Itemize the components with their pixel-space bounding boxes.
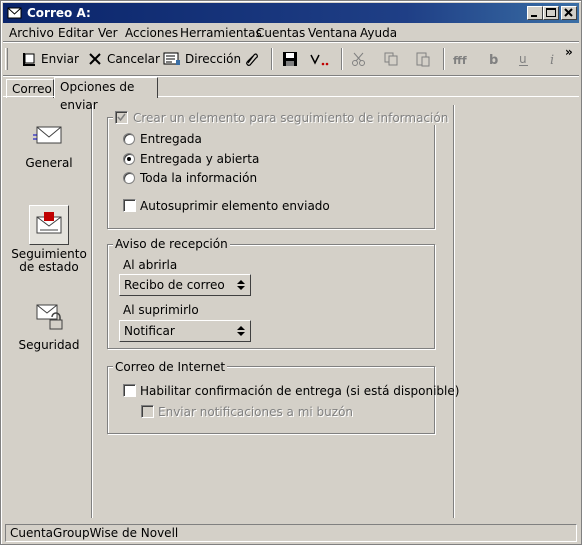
cancel-button[interactable]: Cancelar xyxy=(87,47,160,71)
on-delete-value: Notificar xyxy=(124,324,175,338)
italic-icon: i xyxy=(550,53,554,67)
general-icon[interactable] xyxy=(29,115,69,155)
send-button[interactable]: Enviar xyxy=(21,47,79,71)
tab-strip: Correo Opciones de enviar xyxy=(3,75,579,112)
tab-opciones-de-enviar[interactable]: Opciones de enviar xyxy=(54,77,158,112)
title-bar[interactable]: Correo A: xyxy=(3,3,579,23)
underline-icon: u xyxy=(519,52,528,66)
italic-button: i xyxy=(547,47,563,71)
enable-delivery-row[interactable]: Habilitar confirmación de entrega (si es… xyxy=(123,384,459,398)
svg-text:b: b xyxy=(489,53,498,67)
svg-text:i: i xyxy=(550,53,554,67)
minimize-button[interactable] xyxy=(527,6,543,20)
sidebar-item-general[interactable]: General xyxy=(7,157,91,170)
options-sidebar: General Seguimiento de estado Seguridad xyxy=(7,107,91,517)
label-all-information: Toda la información xyxy=(140,171,258,185)
updown-arrow-icon xyxy=(237,326,245,336)
on-delete-label: Al suprimirlo xyxy=(123,303,199,317)
radio-delivered[interactable] xyxy=(123,133,135,145)
close-button[interactable] xyxy=(561,6,577,20)
on-open-select[interactable]: Recibo de correo xyxy=(119,274,251,296)
internet-mail-group-title: Correo de Internet xyxy=(113,360,228,374)
address-book-icon xyxy=(163,52,180,65)
paste-icon xyxy=(416,52,430,67)
option-delivered-opened[interactable]: Entregada y abierta xyxy=(123,152,259,166)
toolbar: Enviar Cancelar Dirección fff b u i » xyxy=(3,44,579,74)
sidebar-item-security[interactable]: Seguridad xyxy=(7,339,91,352)
send-icon xyxy=(23,53,35,66)
paperclip-icon xyxy=(246,53,258,66)
copy-icon xyxy=(384,52,398,66)
radio-delivered-opened[interactable] xyxy=(123,153,135,165)
send-notifications-row: Enviar notificaciones a mi buzón xyxy=(141,405,353,419)
create-tracking-item-row[interactable]: Crear un elemento para seguimiento de in… xyxy=(113,111,451,125)
internet-mail-group xyxy=(107,366,435,434)
bold-icon: b xyxy=(489,53,498,67)
address-book-button[interactable]: Dirección xyxy=(163,47,241,71)
status-text: CuentaGroupWise de Novell xyxy=(5,524,577,542)
menu-bar: Archivo Editar Ver Acciones Herramientas… xyxy=(3,24,579,43)
svg-text:fff: fff xyxy=(453,54,467,67)
bold-button: b xyxy=(487,47,503,71)
updown-arrow-icon xyxy=(237,280,245,290)
mail-icon xyxy=(7,5,23,21)
option-delivered[interactable]: Entregada xyxy=(123,132,202,146)
maximize-button[interactable] xyxy=(543,6,559,20)
create-tracking-item-checkbox[interactable] xyxy=(115,111,128,124)
toolbar-separator xyxy=(341,48,343,70)
paste-button xyxy=(415,47,433,71)
copy-button xyxy=(383,47,401,71)
font-icon: fff xyxy=(453,54,467,67)
receipt-group-title: Aviso de recepción xyxy=(113,237,230,251)
status-bar: CuentaGroupWise de Novell xyxy=(3,522,579,542)
enable-delivery-checkbox[interactable] xyxy=(123,384,136,397)
menu-herramientas[interactable]: Herramientas xyxy=(180,26,262,40)
save-button[interactable] xyxy=(282,47,300,71)
auto-delete-label: Autosuprimir elemento enviado xyxy=(140,199,330,213)
on-open-label: Al abrirla xyxy=(123,258,178,272)
spellcheck-icon xyxy=(310,54,329,66)
toolbar-grip[interactable] xyxy=(5,48,8,70)
sidebar-divider xyxy=(91,105,93,518)
auto-delete-row[interactable]: Autosuprimir elemento enviado xyxy=(123,199,330,213)
cut-button xyxy=(351,47,369,71)
auto-delete-checkbox[interactable] xyxy=(123,199,136,212)
font-button: fff xyxy=(453,47,475,71)
radio-all-information[interactable] xyxy=(123,172,135,184)
mail-window: Correo A: Archivo Editar Ver Acciones He… xyxy=(0,0,582,545)
window-title: Correo A: xyxy=(27,6,91,20)
enable-delivery-label: Habilitar confirmación de entrega (si es… xyxy=(140,384,460,398)
cancel-icon xyxy=(89,53,101,65)
menu-ayuda[interactable]: Ayuda xyxy=(360,26,397,40)
attach-button[interactable] xyxy=(243,47,261,71)
menu-ver[interactable]: Ver xyxy=(98,26,118,40)
underline-button: u xyxy=(517,47,533,71)
on-delete-select[interactable]: Notificar xyxy=(119,320,251,342)
spell-check-button[interactable] xyxy=(309,47,333,71)
menu-archivo[interactable]: Archivo xyxy=(9,26,54,40)
menu-ventana[interactable]: Ventana xyxy=(308,26,357,40)
on-open-value: Recibo de correo xyxy=(124,278,225,292)
scissors-icon xyxy=(352,52,365,66)
option-all-information[interactable]: Toda la información xyxy=(123,171,257,185)
menu-cuentas[interactable]: Cuentas xyxy=(256,26,305,40)
sidebar-item-status-tracking[interactable]: Seguimiento de estado xyxy=(7,248,91,274)
status-tracking-icon[interactable] xyxy=(29,205,69,245)
menu-editar[interactable]: Editar xyxy=(58,26,94,40)
label-delivered-opened: Entregada y abierta xyxy=(140,152,260,166)
save-disk-icon xyxy=(283,52,297,66)
security-lock-icon[interactable] xyxy=(29,297,69,337)
panel-divider xyxy=(453,105,455,518)
toolbar-separator xyxy=(271,48,273,70)
send-notifications-checkbox xyxy=(141,405,154,418)
menu-acciones[interactable]: Acciones xyxy=(125,26,178,40)
svg-text:u: u xyxy=(519,52,527,66)
create-tracking-item-label: Crear un elemento para seguimiento de in… xyxy=(133,111,449,125)
toolbar-overflow-chevron[interactable]: » xyxy=(565,44,573,68)
toolbar-separator xyxy=(443,48,445,70)
send-notifications-label: Enviar notificaciones a mi buzón xyxy=(158,405,354,419)
